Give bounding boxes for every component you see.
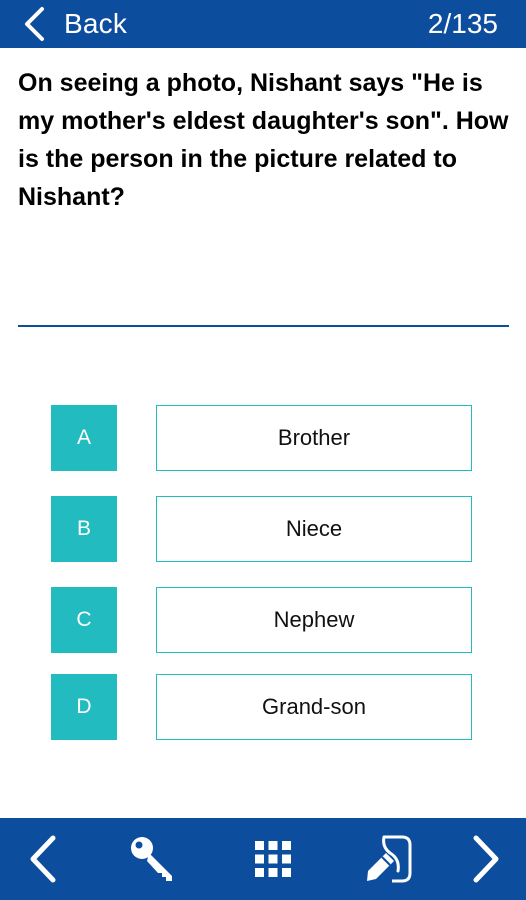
question-counter: 2/135 xyxy=(427,8,498,39)
chevron-left-icon xyxy=(30,835,56,883)
question-grid-button[interactable] xyxy=(233,818,313,900)
next-button[interactable] xyxy=(446,818,526,900)
back-button[interactable]: Back xyxy=(0,0,127,48)
option-a-letter-button[interactable]: A xyxy=(51,405,117,471)
header-bar: Back 2/135 xyxy=(0,0,526,48)
option-b-letter-button[interactable]: B xyxy=(51,496,117,562)
option-a-answer-button[interactable]: Brother xyxy=(156,405,472,471)
chevron-left-icon xyxy=(25,7,44,41)
option-b: B Niece xyxy=(0,496,526,562)
grid-icon xyxy=(255,841,291,877)
option-c-letter-button[interactable]: C xyxy=(51,587,117,653)
question-text: On seeing a photo, Nishant says "He is m… xyxy=(18,69,509,211)
bottom-toolbar xyxy=(0,818,526,900)
key-icon xyxy=(131,837,172,881)
quiz-screen: Back 2/135 On seeing a photo, Nishant sa… xyxy=(0,0,526,900)
option-a: A Brother xyxy=(0,405,526,471)
option-c-answer-button[interactable]: Nephew xyxy=(156,587,472,653)
answer-key-button[interactable] xyxy=(113,818,193,900)
notes-button[interactable] xyxy=(350,818,430,900)
chevron-right-icon xyxy=(473,835,499,883)
option-b-answer-button[interactable]: Niece xyxy=(156,496,472,562)
option-c: C Nephew xyxy=(0,587,526,653)
previous-button[interactable] xyxy=(3,818,83,900)
option-d-answer-button[interactable]: Grand-son xyxy=(156,674,472,740)
back-label: Back xyxy=(64,8,128,39)
notes-edit-icon xyxy=(367,835,412,883)
option-d-letter-button[interactable]: D xyxy=(51,674,117,740)
option-d: D Grand-son xyxy=(0,674,526,740)
divider xyxy=(18,325,509,327)
